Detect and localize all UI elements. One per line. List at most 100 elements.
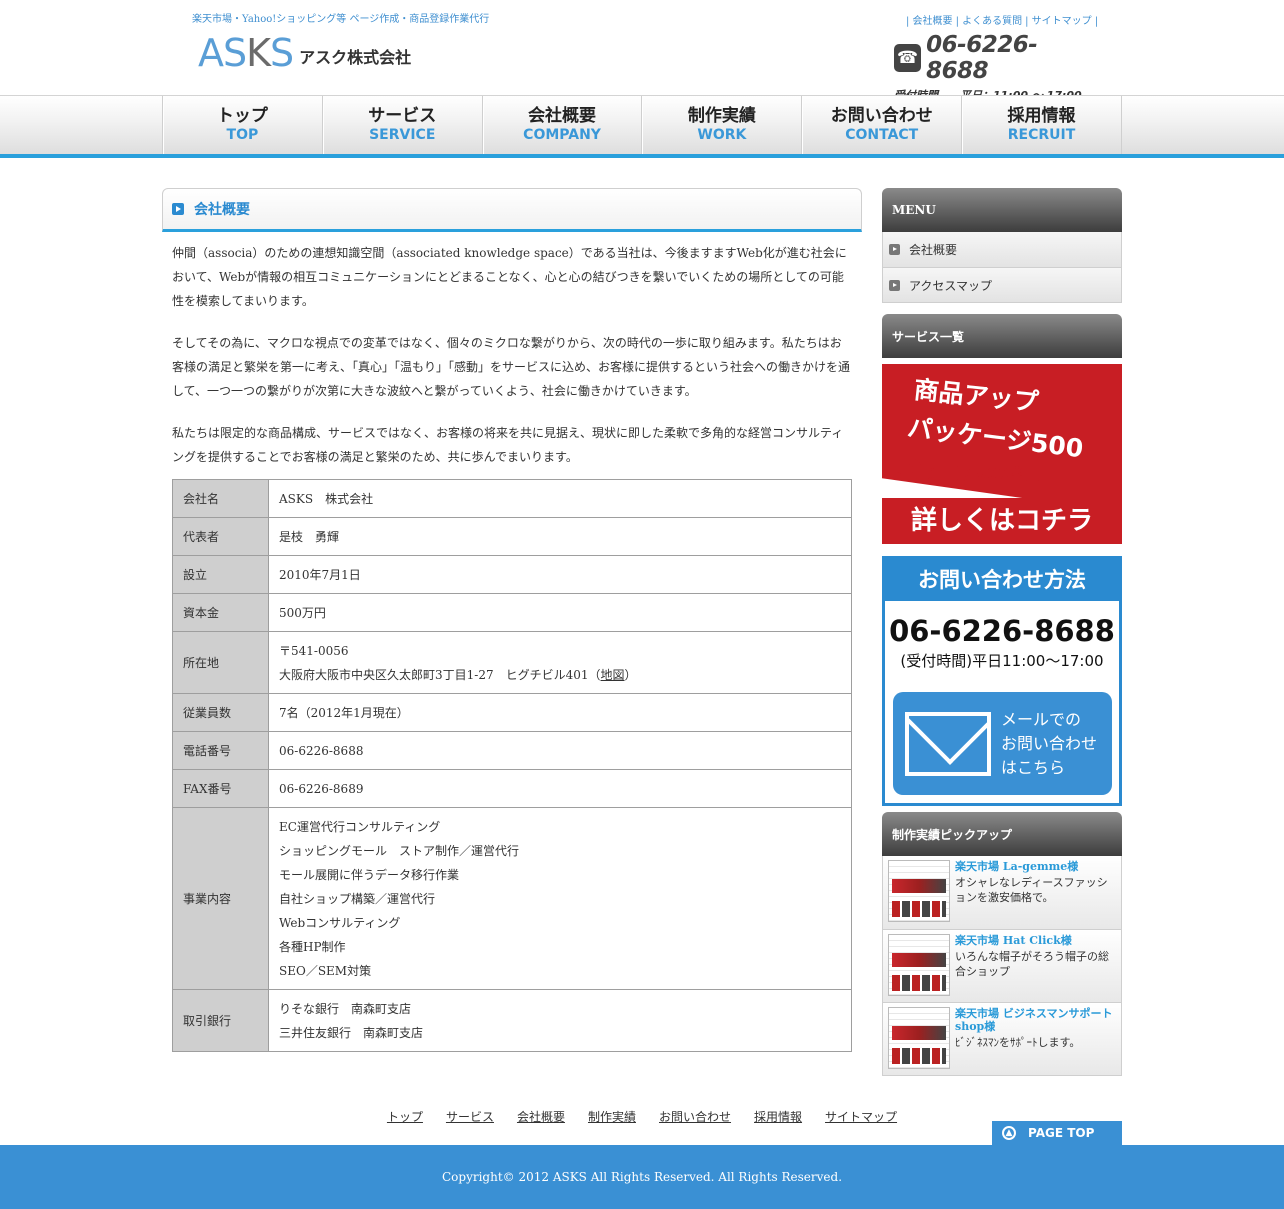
zip-code: 〒541-0056 [279,644,349,658]
pickup-heading: 制作実績ピックアップ [882,812,1122,856]
service-heading: サービス一覧 [882,314,1122,358]
package-500-banner[interactable]: 商品アップ パッケージ500 5 万円 / 500商品 詳しくはコチラ [882,364,1122,544]
contact-banner-title: お問い合わせ方法 [885,559,1119,601]
footer-link-top[interactable]: トップ [387,1108,423,1125]
row-value: 7名（2012年1月現在） [268,693,852,732]
phone-icon: ☎ [894,44,922,72]
shop-thumbnail [888,860,950,922]
nav-service[interactable]: サービス SERVICE [323,96,483,154]
row-value: 06-6226-8688 [268,731,852,770]
logo-mark: ASKS [198,31,294,75]
table-row: 従業員数 7名（2012年1月現在） [172,693,852,732]
address-text: 大阪府大阪市中央区久太郎町3丁目1-27 ヒグチビル401（ [279,668,601,682]
nav-contact[interactable]: お問い合わせ CONTACT [802,96,963,154]
row-value: 500万円 [268,593,852,632]
row-label: 従業員数 [172,693,269,732]
business-item: Webコンサルティング [279,916,401,930]
footer-link-sitemap[interactable]: サイトマップ [825,1108,897,1125]
intro-text: 仲間（associa）のための連想知識空間（associated knowled… [162,232,862,469]
mail-contact-button[interactable]: メールでの お問い合わせ はこちら [893,692,1112,795]
util-link-faq[interactable]: | よくある質問 [956,12,1023,27]
nav-work[interactable]: 制作実績 WORK [642,96,803,154]
business-item: モール展開に伴うデータ移行作業 [279,868,460,882]
business-item: EC運営代行コンサルティング [279,820,441,834]
site-header: 楽天市場・Yahoo!ショッピング等 ページ作成・商品登録作業代行 ASKS ア… [0,0,1284,102]
pickup-item[interactable]: 楽天市場 Hat Click様 いろんな帽子がそろう帽子の総合ショップ [883,929,1121,1002]
works-pickup: 制作実績ピックアップ 楽天市場 La-gemme様 オシャレなレディースファッショ… [882,812,1122,1076]
intro-paragraph-3: 私たちは限定的な商品構成、サービスではなく、お客様の将来を共に見据え、現状に即し… [172,426,844,464]
table-row: 取引銀行 りそな銀行 南森町支店 三井住友銀行 南森町支店 [172,989,852,1052]
envelope-icon [905,711,991,776]
logo-company-name: アスク株式会社 [299,48,412,67]
copyright: Copyright© 2012 ASKS All Rights Reserved… [441,1170,843,1184]
sidebar-item-company[interactable]: 会社概要 [883,232,1121,267]
row-label: 取引銀行 [172,989,269,1052]
row-value: りそな銀行 南森町支店 三井住友銀行 南森町支店 [268,989,852,1052]
table-row: 会社名 ASKS 株式会社 [172,479,852,518]
pickup-item[interactable]: 楽天市場 ビジネスマンサポートshop様 ﾋﾞｼﾞﾈｽﾏﾝをｻﾎﾟｰﾄします。 [883,1002,1121,1075]
bank-item: 三井住友銀行 南森町支店 [279,1026,424,1040]
table-row: FAX番号 06-6226-8689 [172,769,852,808]
arrow-square-icon [889,279,900,291]
shop-thumbnail [888,1007,950,1069]
company-info-table: 会社名 ASKS 株式会社 代表者 是枝 勇輝 設立 2010年7月1日 資本金 500… [172,479,852,1052]
banner-cta: 詳しくはコチラ [882,498,1122,544]
contact-banner-phone: 06-6226-8688 [889,614,1115,648]
intro-paragraph-1: 仲間（associa）のための連想知識空間（associated knowled… [172,246,847,308]
business-item: ショッピングモール ストア制作／運営代行 [279,844,520,858]
row-value: 〒541-0056 大阪府大阪市中央区久太郎町3丁目1-27 ヒグチビル401（… [268,631,852,694]
arrow-up-icon: ▲ [1002,1126,1016,1140]
row-value: 06-6226-8689 [268,769,852,808]
map-link[interactable]: 地図 [601,668,625,682]
phone-number: 06-6226-8688 [926,32,1038,84]
page-top-button[interactable]: ▲ PAGE TOP [992,1121,1122,1145]
row-value: EC運営代行コンサルティング ショッピングモール ストア制作／運営代行 モール展… [268,807,852,990]
contact-method-banner[interactable]: お問い合わせ方法 06-6226-8688 (受付時間)平日11:00〜17:0… [882,556,1122,806]
table-row: 代表者 是枝 勇輝 [172,517,852,556]
nav-company[interactable]: 会社概要 COMPANY [483,96,643,154]
header-phone: ☎ 06-6226-8688 受付時間 平日：11:00 ～ 17:00 [894,32,1094,103]
nav-recruit[interactable]: 採用情報 RECRUIT [962,96,1122,154]
menu-heading: MENU [882,188,1122,232]
row-value: 是枝 勇輝 [268,517,852,556]
row-label: 設立 [172,555,269,594]
row-value: ASKS 株式会社 [268,479,852,518]
util-link-company[interactable]: | 会社概要 [906,12,953,27]
table-row: 所在地 〒541-0056 大阪府大阪市中央区久太郎町3丁目1-27 ヒグチビル… [172,631,852,694]
section-header: 会社概要 [162,188,862,232]
row-label: 会社名 [172,479,269,518]
table-row: 設立 2010年7月1日 [172,555,852,594]
footer-link-service[interactable]: サービス [446,1108,494,1125]
row-label: 資本金 [172,593,269,632]
footer-link-company[interactable]: 会社概要 [517,1108,565,1125]
util-link-sitemap[interactable]: | サイトマップ | [1025,12,1098,27]
site-footer: Copyright© 2012 ASKS All Rights Reserved… [0,1145,1284,1209]
page-title: 会社概要 [194,202,250,218]
row-label: FAX番号 [172,769,269,808]
global-nav: トップ TOP サービス SERVICE 会社概要 COMPANY 制作実績 WORK … [0,95,1284,158]
row-label: 電話番号 [172,731,269,770]
sidebar-item-access-map[interactable]: アクセスマップ [883,267,1121,302]
row-value: 2010年7月1日 [268,555,852,594]
row-label: 事業内容 [172,807,269,990]
row-label: 所在地 [172,631,269,694]
header-tagline: 楽天市場・Yahoo!ショッピング等 ページ作成・商品登録作業代行 [192,14,490,25]
footer-link-recruit[interactable]: 採用情報 [754,1108,802,1125]
contact-banner-hours: (受付時間)平日11:00〜17:00 [900,652,1104,670]
row-label: 代表者 [172,517,269,556]
shop-thumbnail [888,934,950,996]
site-logo[interactable]: ASKS アスク株式会社 [198,34,411,72]
business-item: 自社ショップ構築／運営代行 [279,892,436,906]
nav-top[interactable]: トップ TOP [163,96,323,154]
footer-link-work[interactable]: 制作実績 [588,1108,636,1125]
pickup-item[interactable]: 楽天市場 La-gemme様 オシャレなレディースファッションを激安価格で。 [883,856,1121,929]
utility-links: | 会社概要 | よくある質問 | サイトマップ | [906,12,1098,27]
sidebar: MENU 会社概要 アクセスマップ サービス一覧 商品アップ パッケージ500 … [882,188,1122,1076]
intro-paragraph-2: そしてその為に、マクロな視点での変革ではなく、個々のミクロな繋がりから、次の時代… [172,336,851,398]
sidebar-menu: MENU 会社概要 アクセスマップ [882,188,1122,303]
table-row: 資本金 500万円 [172,593,852,632]
arrow-square-icon [172,203,184,215]
table-row: 事業内容 EC運営代行コンサルティング ショッピングモール ストア制作／運営代行… [172,807,852,990]
arrow-square-icon [889,244,900,255]
footer-link-contact[interactable]: お問い合わせ [659,1108,731,1125]
